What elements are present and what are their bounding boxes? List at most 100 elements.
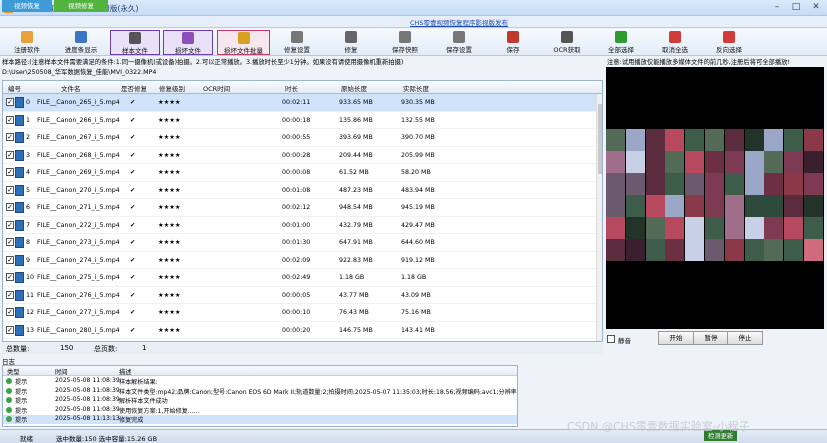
table-row[interactable]: ✓ 12 FILE__Canon_277_i_5.mp4 ✔ ★★★★ 00:00:10 7…	[3, 304, 596, 322]
table-row[interactable]: ✓ 4 FILE__Canon_269_i_5.mp4 ✔ ★★★★ 00:00:08 61…	[3, 164, 596, 182]
cell-fixed: ✔	[130, 326, 136, 334]
table-row[interactable]: ✓ 6 FILE__Canon_271_i_5.mp4 ✔ ★★★★ 00:02:12 94…	[3, 199, 596, 217]
row-checkbox[interactable]: ✓	[6, 290, 14, 299]
table-row[interactable]: ✓ 9 FILE__Canon_274_i_5.mp4 ✔ ★★★★ 00:02:09 92…	[3, 252, 596, 269]
toolbar-button-9[interactable]: 保存	[488, 30, 538, 55]
table-row[interactable]: ✓ 2 FILE__Canon_267_i_5.mp4 ✔ ★★★★ 00:00:55 39…	[3, 129, 596, 147]
tab-video-recover[interactable]: 视频恢复	[2, 0, 52, 12]
toolbar-button-13[interactable]: 反向选择	[704, 30, 754, 55]
tab-video-repair[interactable]: 视频修复	[54, 0, 108, 12]
preview-pixel-block	[606, 195, 625, 217]
table-row[interactable]: ✓ 5 FILE__Canon_270_i_5.mp4 ✔ ★★★★ 00:01:08 48…	[3, 182, 596, 199]
invert-select-icon	[723, 31, 735, 43]
toolbar-button-1[interactable]: 进度条显示	[56, 30, 106, 55]
table-row[interactable]: ✓ 3 FILE__Canon_268_i_5.mp4 ✔ ★★★★ 00:00:28 20…	[3, 147, 596, 164]
row-checkbox[interactable]: ✓	[6, 203, 14, 211]
row-checkbox[interactable]: ✓	[6, 220, 14, 229]
preview-pixel-block	[665, 239, 685, 261]
row-checkbox[interactable]: ✓	[6, 273, 14, 281]
cell-id: 1	[26, 116, 31, 124]
cell-fixed: ✔	[130, 256, 136, 264]
row-checkbox[interactable]: ✓	[6, 150, 14, 159]
table-row[interactable]: ✓ 10 FILE__Canon_275_i_5.mp4 ✔ ★★★★ 00:02:49 1…	[3, 269, 596, 287]
preview-pixel-block	[685, 195, 705, 217]
cell-id: 8	[26, 239, 31, 246]
cell-duration: 00:00:10	[282, 309, 311, 316]
close-button[interactable]: ✕	[808, 2, 824, 14]
row-checkbox[interactable]: ✓	[6, 133, 14, 141]
row-checkbox[interactable]: ✓	[6, 185, 14, 194]
col-filename[interactable]: 文件名	[61, 83, 81, 93]
save-settings-icon	[453, 31, 465, 43]
cell-duration: 00:00:05	[282, 291, 311, 299]
toolbar-button-7[interactable]: 保存快照	[380, 30, 430, 55]
col-id[interactable]: 编号	[8, 83, 21, 93]
log-row[interactable]: 提示 2025-05-08 11:13:13 修复完成	[3, 415, 517, 424]
toolbar-button-5[interactable]: 修复设置	[272, 30, 322, 55]
cell-actual: 43.09 MB	[401, 291, 431, 299]
pause-button[interactable]: 暂停	[693, 331, 729, 345]
table-row[interactable]: ✓ 8 FILE__Canon_273_i_5.mp4 ✔ ★★★★ 00:01:30 64…	[3, 234, 596, 252]
log-type: 提示	[15, 379, 28, 386]
cell-fixed: ✔	[130, 134, 136, 141]
row-checkbox[interactable]: ✓	[6, 238, 14, 246]
preview-pixel-block	[744, 217, 764, 239]
stop-button[interactable]: 停止	[727, 331, 763, 345]
table-row[interactable]: ✓ 11 FILE__Canon_276_i_5.mp4 ✔ ★★★★ 00:00:05 4…	[3, 287, 596, 304]
cell-actual: 75.16 MB	[401, 309, 431, 316]
col-duration[interactable]: 时长	[285, 83, 298, 93]
log-row[interactable]: 提示 2025-05-08 11:08:39 使用恢复方案:1,开始修复......	[3, 406, 517, 415]
log-desc: 样本解析结果:	[119, 379, 158, 386]
log-time: 2025-05-08 11:13:13	[55, 415, 120, 423]
log-row[interactable]: 提示 2025-05-08 11:08:39 解析样本文件成功	[3, 396, 517, 405]
release-link[interactable]: CHS零壹视频恢复程序影视版发布	[410, 17, 508, 27]
row-checkbox[interactable]: ✓	[6, 168, 14, 176]
toolbar-button-0[interactable]: 注册软件	[2, 30, 52, 55]
cell-fixed: ✔	[130, 309, 136, 316]
row-checkbox[interactable]: ✓	[6, 255, 14, 264]
row-checkbox[interactable]: ✓	[6, 325, 14, 334]
col-ocr-time[interactable]: OCR时间	[203, 83, 230, 93]
col-level[interactable]: 修复级别	[159, 83, 185, 93]
cell-orig: 393.69 MB	[339, 134, 373, 141]
table-row[interactable]: ✓ 0 FILE__Canon_265_i_5.mp4 ✔ ★★★★ 00:02:11 93…	[3, 94, 596, 112]
log-row[interactable]: 提示 2025-05-08 11:08:39 样本文件类型:mp42;品牌:Cano…	[3, 387, 517, 396]
cell-orig: 76.43 MB	[339, 309, 369, 316]
table-row[interactable]: ✓ 7 FILE__Canon_272_i_5.mp4 ✔ ★★★★ 00:01:00 43…	[3, 217, 596, 234]
toolbar-button-6[interactable]: 修复	[326, 30, 376, 55]
toolbar-button-3[interactable]: 损坏文件	[163, 30, 213, 55]
log-col-type[interactable]: 类型	[7, 367, 20, 376]
col-actual-size[interactable]: 实际长度	[403, 83, 429, 93]
log-col-time[interactable]: 时间	[55, 367, 68, 376]
row-checkbox[interactable]: ✓	[6, 308, 14, 316]
row-checkbox[interactable]: ✓	[6, 115, 14, 124]
scrollbar-thumb[interactable]	[598, 104, 602, 174]
preview-pixel-block	[804, 217, 823, 239]
cell-level: ★★★★	[158, 239, 181, 246]
toolbar-button-12[interactable]: 取消全选	[650, 30, 700, 55]
toolbar-button-10[interactable]: OCR获取	[542, 30, 592, 55]
mute-checkbox[interactable]	[607, 335, 615, 343]
preview-pixel-block	[764, 129, 784, 151]
minimize-button[interactable]: –	[769, 2, 785, 14]
table-row[interactable]: ✓ 13 FILE__Canon_280_i_5.mp4 ✔ ★★★★ 00:00:20 1…	[3, 322, 596, 339]
cell-actual: 429.47 MB	[401, 221, 435, 229]
log-row[interactable]: 提示 2025-05-08 11:08:39 样本解析结果:	[3, 377, 517, 386]
toolbar-button-4[interactable]: 损坏文件批量	[217, 30, 270, 55]
preview-pixel-block	[724, 195, 744, 217]
cell-fixed: ✔	[130, 291, 136, 299]
preview-pixel-block	[784, 239, 804, 261]
row-checkbox[interactable]: ✓	[6, 98, 14, 106]
start-button[interactable]: 开始	[658, 331, 694, 345]
preview-pixel-block	[606, 217, 625, 239]
table-row[interactable]: ✓ 1 FILE__Canon_266_i_5.mp4 ✔ ★★★★ 00:00:18 13…	[3, 112, 596, 129]
toolbar-button-11[interactable]: 全部选择	[596, 30, 646, 55]
col-fixed[interactable]: 是否修复	[121, 83, 147, 93]
toolbar-button-8[interactable]: 保存设置	[434, 30, 484, 55]
log-col-desc[interactable]: 描述	[119, 367, 132, 376]
maximize-button[interactable]: □	[788, 2, 804, 14]
preview-pixel-block	[705, 173, 724, 195]
col-original-size[interactable]: 原始长度	[341, 83, 367, 93]
toolbar-button-2[interactable]: 样本文件	[110, 30, 160, 55]
table-scrollbar[interactable]	[596, 94, 602, 341]
